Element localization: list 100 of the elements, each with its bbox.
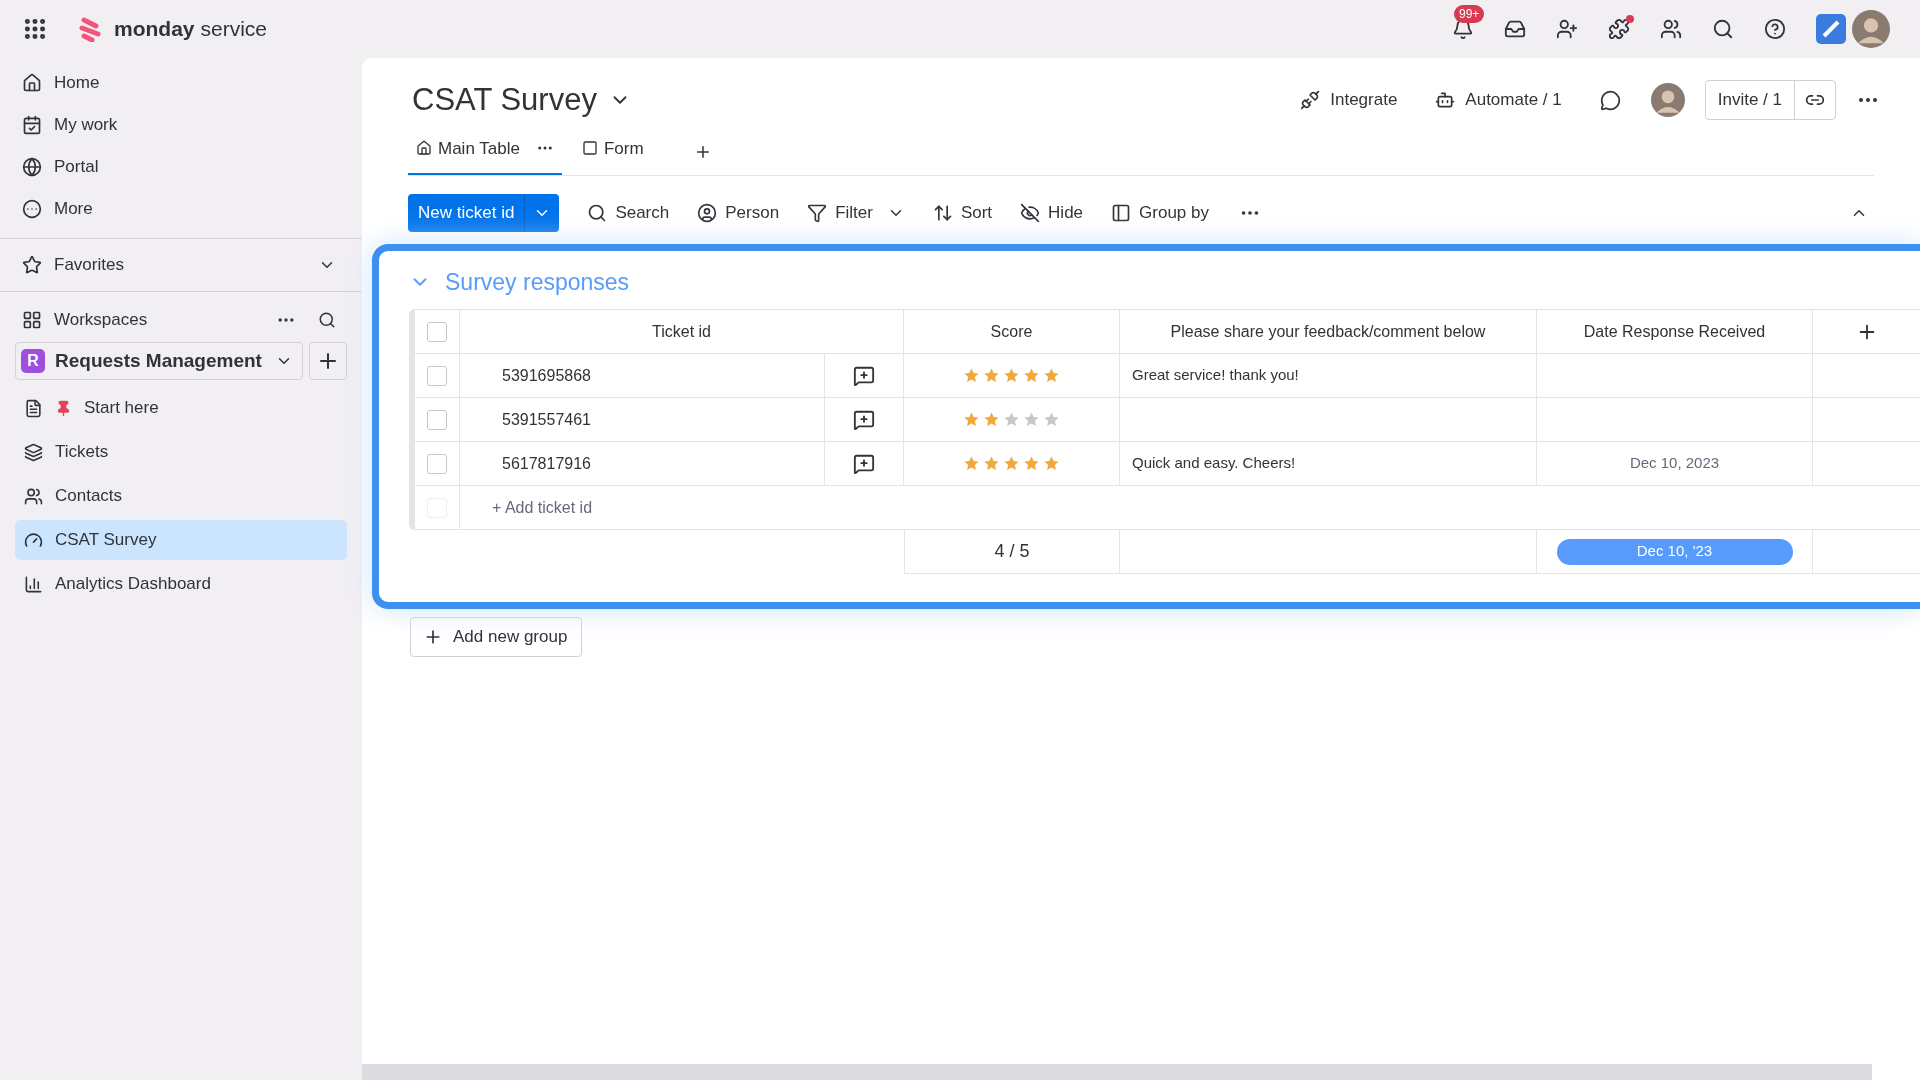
search-icon[interactable] [1712, 18, 1734, 40]
ticket-id-cell[interactable]: 5391695868 [460, 354, 825, 398]
star-icon[interactable] [983, 367, 1000, 384]
avatar-icon[interactable] [1650, 83, 1685, 117]
notification-badge: 99+ [1454, 5, 1485, 23]
date-range-pill: Dec 10, '23 [1556, 538, 1793, 565]
unplug-icon [1300, 90, 1321, 110]
brand-name: monday [114, 16, 195, 43]
star-icon[interactable] [983, 411, 1000, 428]
nav-icon [22, 157, 42, 177]
nav-icon [22, 115, 42, 135]
toolbar-button[interactable]: Sort [932, 200, 993, 226]
board-icon [24, 442, 43, 462]
ticket-id-cell[interactable]: 5617817916 [460, 442, 825, 486]
star-icon[interactable] [1023, 411, 1040, 428]
toolbar-button[interactable]: Group by [1111, 200, 1209, 226]
sort-icon [932, 203, 953, 223]
column-header[interactable]: Please share your feedback/comment below [1120, 310, 1537, 354]
add-button[interactable] [309, 342, 347, 380]
workspace-selector[interactable]: R Requests Management [15, 342, 303, 380]
star-icon[interactable] [1003, 455, 1020, 472]
search-icon [587, 203, 608, 223]
toolbar-button[interactable]: Person [697, 200, 780, 226]
column-header[interactable]: Date Response Received [1537, 310, 1813, 354]
inbox-icon[interactable] [1504, 18, 1526, 40]
invite-user-icon[interactable] [1556, 18, 1578, 40]
search-icon[interactable] [318, 311, 336, 329]
comment-icon[interactable] [1599, 89, 1621, 111]
horizontal-scrollbar[interactable] [362, 1064, 1872, 1080]
workspaces-label: Workspaces [54, 309, 148, 332]
nav-icon [22, 73, 42, 93]
apps-grid-icon[interactable] [22, 16, 48, 42]
avatar-icon[interactable] [1852, 10, 1890, 48]
feedback-cell[interactable]: Great service! thank you! [1120, 354, 1537, 398]
star-icon[interactable] [1043, 455, 1060, 472]
help-icon[interactable] [1764, 18, 1786, 40]
board-icon [24, 398, 43, 418]
board-item[interactable]: Tickets [15, 432, 347, 472]
app-switcher-icon[interactable] [1816, 14, 1846, 44]
star-icon[interactable] [1023, 367, 1040, 384]
star-icon[interactable] [963, 455, 980, 472]
group-title: Survey responses [445, 267, 630, 297]
sidebar-nav-item[interactable]: Portal [0, 146, 362, 188]
view-tab[interactable]: Form [573, 135, 652, 175]
column-header[interactable]: Ticket id [460, 310, 904, 354]
workspaces-icon [22, 310, 42, 330]
toolbar-button[interactable]: Search [587, 200, 670, 226]
date-cell[interactable]: Dec 10, 2023 [1537, 442, 1813, 486]
puzzle-icon[interactable] [1608, 18, 1630, 40]
team-icon[interactable] [1660, 18, 1682, 40]
toolbar-button[interactable]: Hide [1020, 200, 1084, 226]
home-icon [416, 140, 432, 157]
star-icon[interactable] [983, 455, 1000, 472]
star-icon[interactable] [1023, 455, 1040, 472]
add-update-icon[interactable] [853, 452, 875, 475]
add-group-button[interactable]: Add new group [410, 617, 582, 657]
workspace-badge: R [21, 349, 45, 373]
view-tab[interactable]: Main Table [408, 135, 562, 175]
filter-icon [807, 203, 828, 223]
square-icon [581, 140, 598, 157]
star-icon[interactable] [1003, 367, 1020, 384]
score-summary: 4 / 5 [904, 530, 1120, 574]
checkbox[interactable] [427, 321, 447, 342]
group-icon [1111, 203, 1132, 223]
date-cell[interactable] [1537, 398, 1813, 442]
toolbar-button[interactable]: Filter [807, 200, 873, 226]
checkbox[interactable] [427, 409, 447, 430]
board-icon [24, 574, 43, 594]
star-icon[interactable] [1043, 367, 1060, 384]
star-icon[interactable] [963, 367, 980, 384]
sidebar-nav-item[interactable]: More [0, 188, 362, 230]
board-item[interactable]: Analytics Dashboard [15, 564, 347, 604]
date-cell[interactable] [1537, 354, 1813, 398]
eye-off-icon [1020, 203, 1041, 223]
column-header[interactable]: Score [904, 310, 1120, 354]
board-icon [24, 530, 43, 550]
star-icon[interactable] [963, 411, 980, 428]
star-icon[interactable] [1003, 411, 1020, 428]
add-update-icon[interactable] [853, 364, 875, 387]
board-item[interactable]: Start here [15, 388, 347, 428]
feedback-cell[interactable] [1120, 398, 1537, 442]
add-update-icon[interactable] [853, 408, 875, 431]
add-item-link[interactable]: + Add ticket id [492, 495, 593, 520]
star-icon [22, 255, 42, 275]
board-item[interactable]: CSAT Survey [15, 520, 347, 560]
brand-product: service [200, 16, 268, 43]
automate-button[interactable]: Automate / 1 [1427, 87, 1570, 113]
feedback-cell[interactable]: Quick and easy. Cheers! [1120, 442, 1537, 486]
ticket-id-cell[interactable]: 5391557461 [460, 398, 825, 442]
board-title: CSAT Survey [412, 80, 597, 119]
nav-icon [22, 199, 42, 219]
checkbox[interactable] [427, 453, 447, 474]
board-icon [24, 486, 43, 506]
star-icon[interactable] [1043, 411, 1060, 428]
sidebar-nav-item[interactable]: Home [0, 62, 362, 104]
checkbox[interactable] [427, 365, 447, 386]
sidebar-nav-item[interactable]: My work [0, 104, 362, 146]
integrate-button[interactable]: Integrate [1292, 87, 1406, 113]
favorites-toggle[interactable]: Favorites [0, 247, 362, 283]
board-item[interactable]: Contacts [15, 476, 347, 516]
